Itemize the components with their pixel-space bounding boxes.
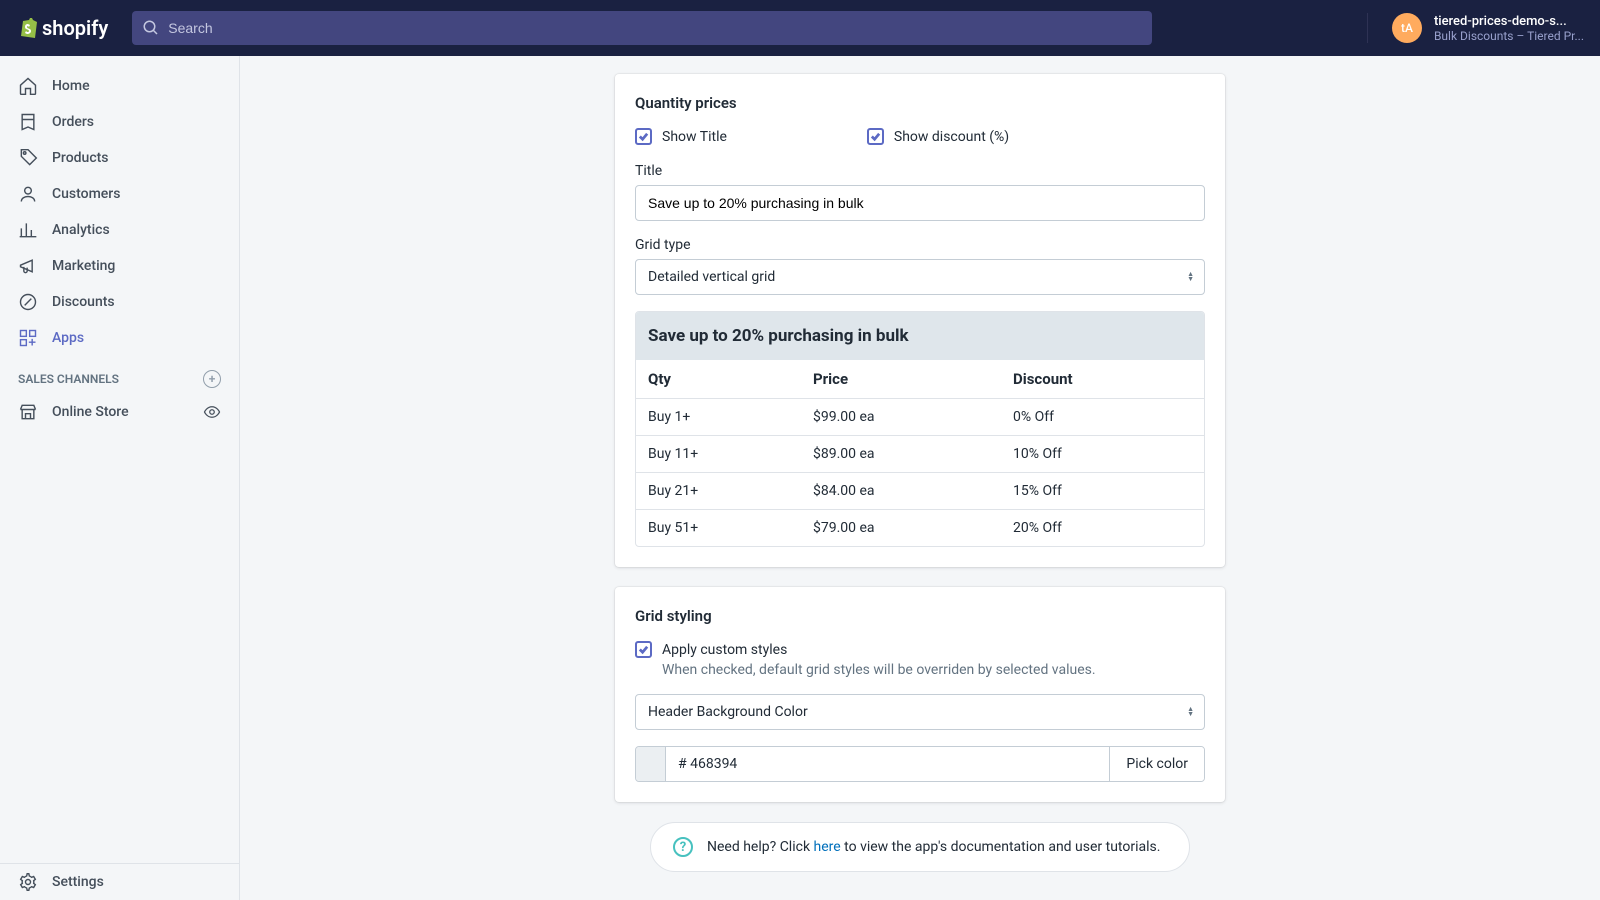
preview-row: Buy 11+$89.00 ea10% Off bbox=[636, 436, 1204, 473]
check-icon bbox=[638, 644, 649, 655]
select-value: Detailed vertical grid bbox=[648, 269, 775, 285]
sidebar-item-products[interactable]: Products bbox=[0, 140, 239, 176]
sidebar-item-discounts[interactable]: Discounts bbox=[0, 284, 239, 320]
sidebar-item-label: Online Store bbox=[52, 404, 129, 420]
section-label: SALES CHANNELS bbox=[18, 372, 119, 386]
sidebar-item-label: Discounts bbox=[52, 294, 115, 310]
preview-row: Buy 51+$79.00 ea20% Off bbox=[636, 510, 1204, 546]
view-store-icon[interactable] bbox=[203, 403, 221, 421]
app-name: Bulk Discounts – Tiered Pr... bbox=[1434, 29, 1584, 43]
col-qty-header: Qty bbox=[636, 360, 801, 398]
preview-header: Save up to 20% purchasing in bulk bbox=[636, 312, 1204, 360]
add-channel-button[interactable]: + bbox=[203, 370, 221, 388]
sidebar-item-label: Home bbox=[52, 78, 90, 94]
sidebar-item-marketing[interactable]: Marketing bbox=[0, 248, 239, 284]
preview-row: Buy 21+$84.00 ea15% Off bbox=[636, 473, 1204, 510]
select-value: Header Background Color bbox=[648, 704, 808, 720]
title-input[interactable] bbox=[635, 185, 1205, 221]
sidebar-item-apps[interactable]: Apps bbox=[0, 320, 239, 356]
search-icon bbox=[142, 19, 160, 37]
sidebar-item-analytics[interactable]: Analytics bbox=[0, 212, 239, 248]
avatar: tA bbox=[1392, 13, 1422, 43]
show-discount-checkbox[interactable]: Show discount (%) bbox=[867, 128, 1009, 145]
tag-icon bbox=[18, 148, 38, 168]
main-content: Quantity prices Show Title Show discount… bbox=[240, 56, 1600, 900]
col-discount-header: Discount bbox=[1001, 360, 1204, 398]
orders-icon bbox=[18, 112, 38, 132]
account-menu[interactable]: tA tiered-prices-demo-s... Bulk Discount… bbox=[1367, 13, 1584, 43]
apps-icon bbox=[18, 328, 38, 348]
brand-logo[interactable]: shopify bbox=[16, 16, 108, 40]
grid-styling-card: Grid styling Apply custom styles When ch… bbox=[615, 587, 1225, 802]
brand-text: shopify bbox=[42, 16, 108, 40]
card-title: Grid styling bbox=[635, 607, 1205, 625]
sidebar: Home Orders Products Customers Analytics… bbox=[0, 56, 240, 900]
checkbox-label: Apply custom styles bbox=[662, 642, 787, 658]
sidebar-item-customers[interactable]: Customers bbox=[0, 176, 239, 212]
discount-icon bbox=[18, 292, 38, 312]
color-hex-input[interactable]: # 468394 bbox=[666, 747, 1109, 781]
sidebar-item-label: Orders bbox=[52, 114, 94, 130]
customer-icon bbox=[18, 184, 38, 204]
sidebar-item-home[interactable]: Home bbox=[0, 68, 239, 104]
question-icon: ? bbox=[673, 837, 693, 857]
show-title-checkbox[interactable]: Show Title bbox=[635, 128, 727, 145]
sales-channels-header: SALES CHANNELS + bbox=[0, 356, 239, 394]
checkbox-label: Show discount (%) bbox=[894, 129, 1009, 145]
card-title: Quantity prices bbox=[635, 94, 1205, 112]
store-name: tiered-prices-demo-s... bbox=[1434, 14, 1584, 29]
grid-type-select[interactable]: Detailed vertical grid ▲▼ bbox=[635, 259, 1205, 295]
color-field: # 468394 Pick color bbox=[635, 746, 1205, 782]
check-icon bbox=[638, 131, 649, 142]
apply-styles-help: When checked, default grid styles will b… bbox=[662, 662, 1205, 678]
preview-thead: Qty Price Discount bbox=[636, 360, 1204, 399]
select-arrows-icon: ▲▼ bbox=[1187, 707, 1194, 717]
apply-styles-checkbox[interactable]: Apply custom styles bbox=[635, 641, 1205, 658]
sidebar-item-label: Customers bbox=[52, 186, 120, 202]
sidebar-item-online-store[interactable]: Online Store bbox=[0, 394, 239, 430]
style-property-select[interactable]: Header Background Color ▲▼ bbox=[635, 694, 1205, 730]
check-icon bbox=[870, 131, 881, 142]
quantity-prices-card: Quantity prices Show Title Show discount… bbox=[615, 74, 1225, 567]
select-arrows-icon: ▲▼ bbox=[1187, 272, 1194, 282]
home-icon bbox=[18, 76, 38, 96]
sidebar-item-label: Marketing bbox=[52, 258, 115, 274]
sidebar-item-orders[interactable]: Orders bbox=[0, 104, 239, 140]
col-price-header: Price bbox=[801, 360, 1001, 398]
account-text: tiered-prices-demo-s... Bulk Discounts –… bbox=[1434, 14, 1584, 43]
sidebar-item-label: Products bbox=[52, 150, 109, 166]
sidebar-item-label: Settings bbox=[52, 874, 104, 890]
sidebar-item-settings[interactable]: Settings bbox=[0, 863, 239, 900]
color-swatch bbox=[636, 747, 666, 781]
help-link[interactable]: here bbox=[814, 839, 841, 855]
shopify-bag-icon bbox=[16, 16, 40, 40]
megaphone-icon bbox=[18, 256, 38, 276]
sidebar-item-label: Analytics bbox=[52, 222, 110, 238]
help-banner: ? Need help? Click here to view the app'… bbox=[650, 822, 1190, 872]
topbar: shopify tA tiered-prices-demo-s... Bulk … bbox=[0, 0, 1600, 56]
search-wrap bbox=[132, 11, 1152, 45]
store-icon bbox=[18, 402, 38, 422]
pick-color-button[interactable]: Pick color bbox=[1109, 747, 1204, 781]
grid-type-label: Grid type bbox=[635, 237, 1205, 253]
gear-icon bbox=[18, 872, 38, 892]
title-label: Title bbox=[635, 163, 1205, 179]
preview-row: Buy 1+$99.00 ea0% Off bbox=[636, 399, 1204, 436]
grid-preview: Save up to 20% purchasing in bulk Qty Pr… bbox=[635, 311, 1205, 547]
checkbox-label: Show Title bbox=[662, 129, 727, 145]
search-input[interactable] bbox=[132, 11, 1152, 45]
analytics-icon bbox=[18, 220, 38, 240]
help-text: Need help? Click here to view the app's … bbox=[707, 839, 1160, 855]
sidebar-item-label: Apps bbox=[52, 330, 84, 346]
